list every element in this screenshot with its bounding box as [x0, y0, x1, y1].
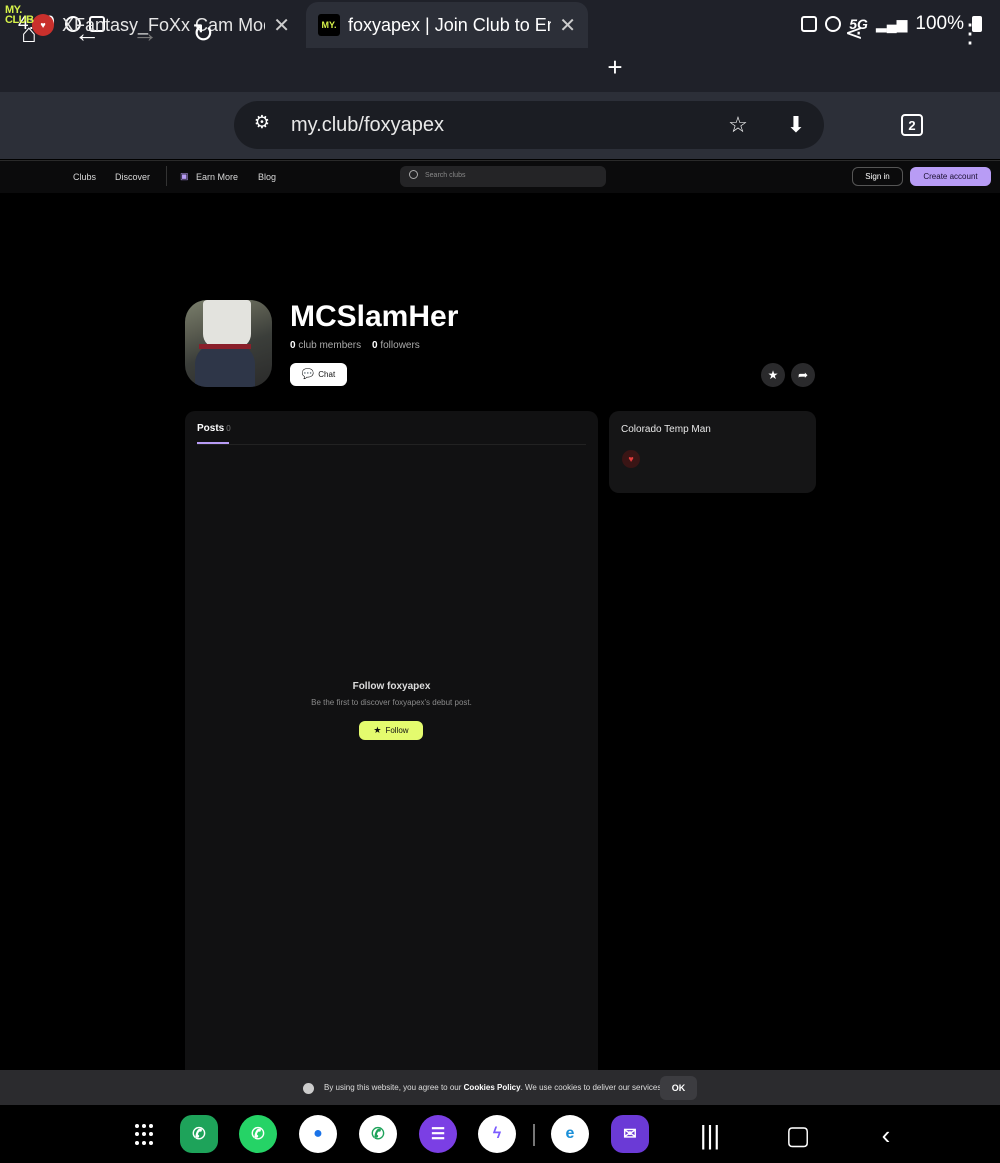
star-icon: ★: [767, 368, 779, 382]
menu-button[interactable]: ⋮: [953, 16, 987, 50]
xfantasy-link-icon[interactable]: ♥: [622, 450, 640, 468]
nav-discover[interactable]: Discover: [115, 172, 150, 182]
messenger-app-icon[interactable]: ϟ: [478, 1115, 516, 1153]
whatsapp-app-icon[interactable]: ✆: [239, 1115, 277, 1153]
cookie-ok-button[interactable]: OK: [660, 1076, 697, 1100]
myclub-favicon-icon: MY.: [318, 14, 340, 36]
close-tab-icon[interactable]: ✕: [559, 13, 576, 38]
posts-divider: [197, 444, 586, 445]
cookie-banner: By using this website, you agree to our …: [0, 1070, 1000, 1105]
site-settings-icon[interactable]: ⚙: [249, 112, 275, 133]
bookmark-star-icon[interactable]: ☆: [725, 112, 751, 138]
phone-app-icon[interactable]: ✆: [180, 1115, 218, 1153]
address-bar[interactable]: ⚙ my.club/foxyapex ☆ ⬇: [234, 101, 824, 149]
tab-posts[interactable]: Posts 0: [197, 423, 231, 434]
signal-icon: ▂▄▆: [875, 15, 908, 32]
recents-button[interactable]: |||: [693, 1120, 727, 1151]
cookie-icon: [303, 1083, 314, 1094]
tab-foxyapex[interactable]: MY. foxyapex | Join Club to Enjoy ✕: [306, 2, 588, 48]
tab-strip: [0, 44, 1000, 92]
sign-in-button[interactable]: Sign in: [852, 167, 903, 186]
tab-switcher-button[interactable]: 2: [901, 114, 923, 136]
sidebar-card: Colorado Temp Man ♥: [609, 411, 816, 493]
call-app-icon[interactable]: ✆: [359, 1115, 397, 1153]
star-icon: ★: [373, 725, 382, 735]
sidebar-title: Colorado Temp Man: [621, 424, 711, 435]
empty-state-subtitle: Be the first to discover foxyapex's debu…: [311, 698, 472, 707]
chat-button[interactable]: 💬 Chat: [290, 363, 347, 386]
create-account-button[interactable]: Create account: [910, 167, 991, 186]
posts-panel: Posts 0 Follow foxyapex Be the first to d…: [185, 411, 598, 1071]
chat-app-icon[interactable]: ☰: [419, 1115, 457, 1153]
new-tab-button[interactable]: +: [600, 52, 630, 83]
cookie-text: By using this website, you agree to our …: [324, 1083, 664, 1092]
nav-earn-more[interactable]: Earn More: [196, 172, 238, 182]
gift-icon: ▣: [180, 171, 189, 181]
dock-divider: [533, 1124, 535, 1146]
profile-name: MCSlamHer: [290, 300, 459, 333]
share-button[interactable]: ⋖: [837, 16, 871, 50]
back-button[interactable]: ←: [70, 16, 104, 50]
url-text[interactable]: my.club/foxyapex: [291, 114, 444, 137]
edge-browser-icon[interactable]: e: [551, 1115, 589, 1153]
nav-divider: [166, 166, 167, 186]
close-tab-icon[interactable]: ✕: [273, 13, 290, 38]
email-app-icon[interactable]: ✉: [611, 1115, 649, 1153]
followers-stat: 0 followers: [372, 340, 420, 351]
empty-state-title: Follow foxyapex: [352, 681, 431, 692]
search-placeholder: Search clubs: [425, 172, 466, 179]
download-icon[interactable]: ⬇: [783, 112, 809, 138]
share-profile-button[interactable]: ➦: [791, 363, 815, 387]
messages-app-icon[interactable]: ●: [299, 1115, 337, 1153]
forward-button[interactable]: →: [128, 16, 162, 50]
nav-clubs[interactable]: Clubs: [73, 172, 96, 182]
search-input[interactable]: Search clubs: [400, 166, 606, 187]
app-drawer-icon[interactable]: [135, 1124, 157, 1146]
home-nav-button[interactable]: ▢: [781, 1120, 815, 1151]
search-icon: [409, 170, 418, 179]
nav-blog[interactable]: Blog: [258, 172, 276, 182]
chat-icon: 💬: [301, 369, 315, 380]
nfc-icon: [801, 16, 818, 32]
members-stat: 0 club members: [290, 340, 362, 351]
reload-button[interactable]: ↻: [186, 16, 220, 50]
myclub-logo[interactable]: MY. CLUB: [5, 5, 41, 27]
follow-button[interactable]: ★ Follow: [359, 721, 423, 740]
favorite-button[interactable]: ★: [761, 363, 785, 387]
avatar: [185, 300, 272, 387]
back-nav-button[interactable]: ‹: [869, 1120, 903, 1151]
share-arrow-icon: ➦: [797, 368, 809, 382]
cookies-policy-link[interactable]: Cookies Policy: [464, 1083, 521, 1092]
active-tab-indicator: [197, 442, 229, 444]
tab-title: foxyapex | Join Club to Enjoy: [348, 14, 551, 35]
posts-count: 0: [226, 424, 231, 433]
